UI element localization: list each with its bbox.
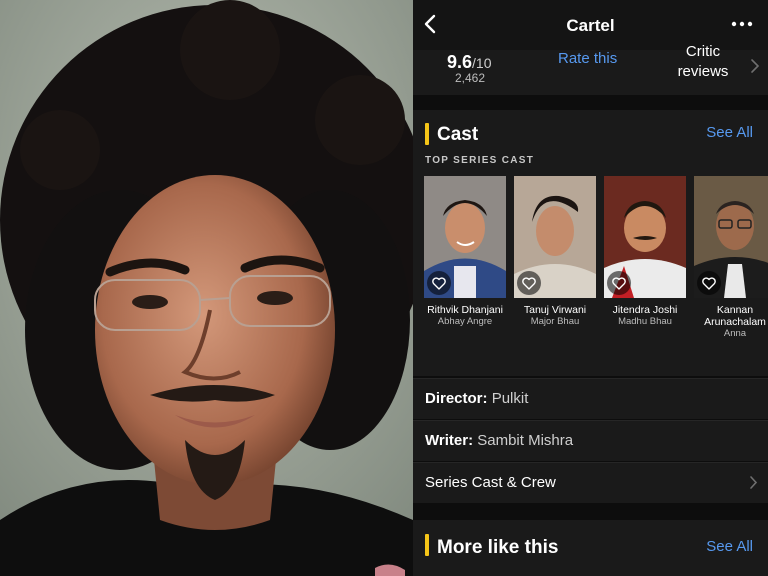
heart-icon[interactable] xyxy=(427,271,451,295)
composite-image: Cartel 9.6/10 2,462 Rate this Critic rev… xyxy=(0,0,768,576)
writer-credit: Writer: Sambit Mishra xyxy=(425,432,573,449)
section-accent-bar xyxy=(425,123,429,145)
cast-role: Madhu Bhau xyxy=(618,316,672,327)
imdb-rating: 9.6/10 xyxy=(447,52,492,73)
rate-this-button[interactable]: Rate this xyxy=(558,50,617,67)
more-like-this-see-all-link[interactable]: See All xyxy=(706,538,753,555)
rating-score-value: 9.6 xyxy=(447,52,473,72)
cast-name: Kannan Arunachalam xyxy=(704,304,766,328)
rating-count: 2,462 xyxy=(455,71,486,85)
portrait-photo xyxy=(0,0,413,576)
heart-icon[interactable] xyxy=(697,271,721,295)
director-label: Director: xyxy=(425,390,488,407)
heart-icon[interactable] xyxy=(607,271,631,295)
cast-heading: Cast xyxy=(437,124,479,145)
cast-photo xyxy=(604,176,686,298)
heart-icon[interactable] xyxy=(517,271,541,295)
cast-role: Abhay Angre xyxy=(437,316,493,327)
cast-card[interactable]: Jitendra Joshi Madhu Bhau xyxy=(604,176,686,328)
critic-reviews-link[interactable]: Critic reviews xyxy=(663,42,743,82)
top-series-cast-label: TOP SERIES CAST xyxy=(425,155,535,166)
writer-label: Writer: xyxy=(425,432,474,449)
director-credit: Director: Pulkit xyxy=(425,390,528,407)
writer-value[interactable]: Sambit Mishra xyxy=(477,432,573,449)
series-cast-crew-row[interactable]: Series Cast & Crew xyxy=(413,462,768,503)
cast-name: Rithvik Dhanjani xyxy=(427,304,503,316)
director-value[interactable]: Pulkit xyxy=(492,390,529,407)
cast-section: Cast See All TOP SERIES CAST Rithvik Dha… xyxy=(413,110,768,376)
page-title: Cartel xyxy=(566,16,615,35)
cast-role: Anna xyxy=(723,328,747,339)
imdb-title-screen: Cartel 9.6/10 2,462 Rate this Critic rev… xyxy=(413,0,768,576)
series-cast-crew-label: Series Cast & Crew xyxy=(425,474,556,491)
cast-photo xyxy=(694,176,768,298)
cast-see-all-link[interactable]: See All xyxy=(706,124,753,141)
cast-name: Jitendra Joshi xyxy=(612,304,678,316)
ratings-strip: 9.6/10 2,462 Rate this Critic reviews xyxy=(413,43,768,95)
chevron-right-icon xyxy=(750,58,760,74)
cast-card[interactable]: Tanuj Virwani Major Bhau xyxy=(514,176,596,328)
more-like-this-heading: More like this xyxy=(437,537,559,558)
director-row[interactable]: Director: Pulkit xyxy=(413,378,768,419)
cast-photo xyxy=(424,176,506,298)
critic-reviews-line1: Critic xyxy=(685,43,721,60)
chevron-right-icon xyxy=(749,475,758,490)
writer-row[interactable]: Writer: Sambit Mishra xyxy=(413,420,768,461)
more-like-this-section: More like this See All xyxy=(413,520,768,576)
cast-photo xyxy=(514,176,596,298)
cast-card[interactable]: Rithvik Dhanjani Abhay Angre xyxy=(424,176,506,328)
section-accent-bar xyxy=(425,534,429,556)
cast-name: Tanuj Virwani xyxy=(523,304,587,316)
rating-max: /10 xyxy=(472,55,492,71)
ellipsis-icon[interactable] xyxy=(730,16,754,32)
cast-role: Major Bhau xyxy=(530,316,580,327)
cast-card[interactable]: Kannan Arunachalam Anna xyxy=(694,176,768,340)
critic-reviews-line2: reviews xyxy=(677,63,729,80)
